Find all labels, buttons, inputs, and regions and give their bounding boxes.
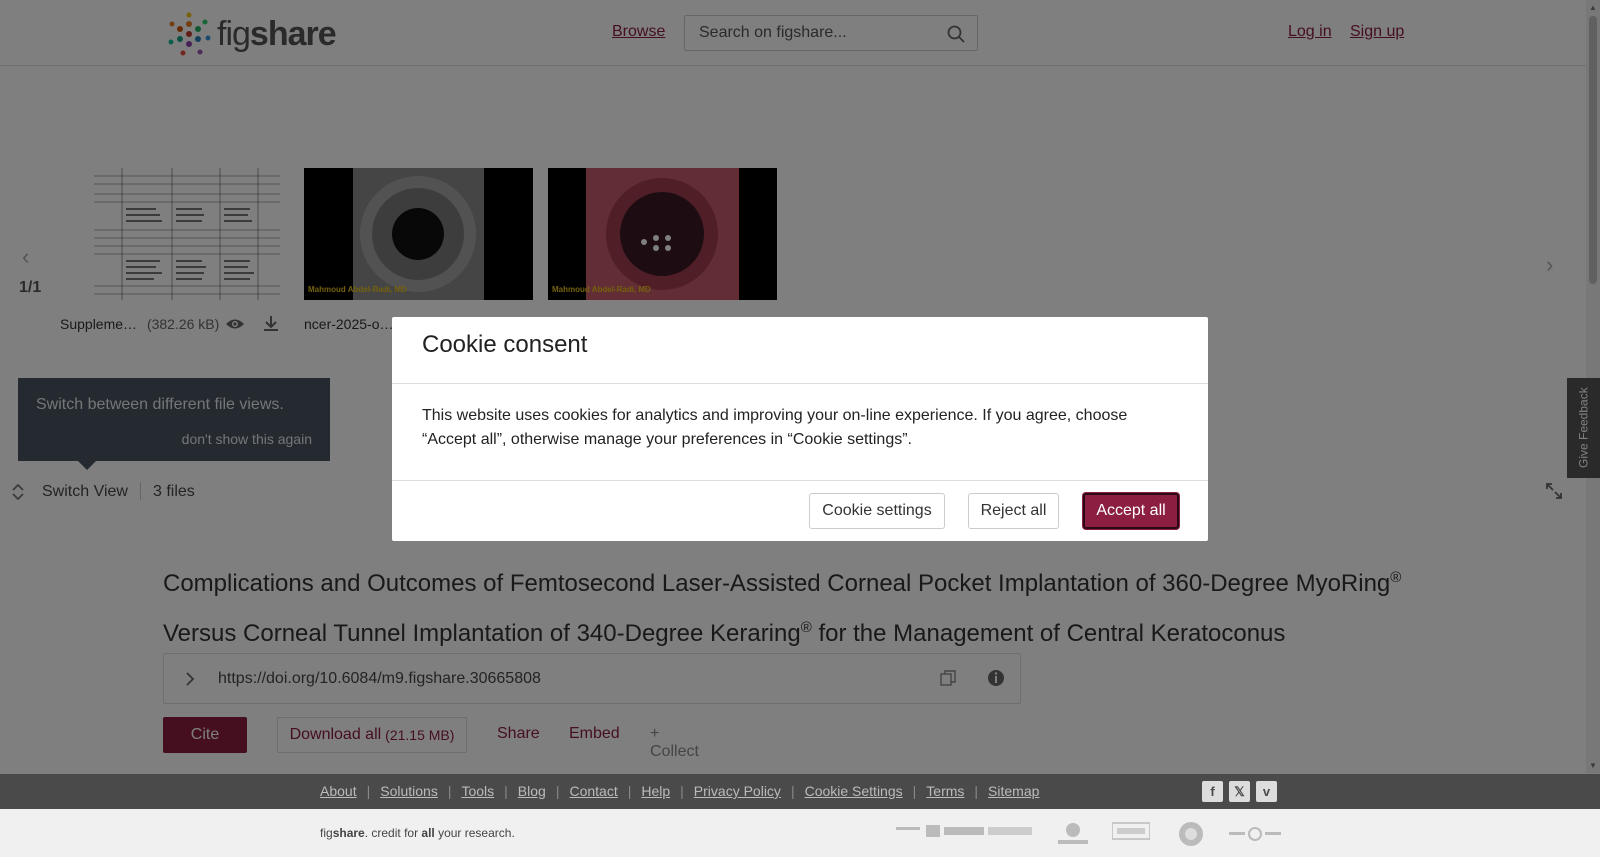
footer-separator: | bbox=[790, 783, 795, 799]
footer-separator: | bbox=[447, 783, 452, 799]
footer-link-privacy[interactable]: Privacy Policy bbox=[694, 783, 781, 799]
datacite-logo-icon bbox=[1058, 823, 1088, 844]
footer-link-about[interactable]: About bbox=[320, 783, 357, 799]
vimeo-icon[interactable]: v bbox=[1256, 781, 1277, 802]
footer-link-blog[interactable]: Blog bbox=[518, 783, 546, 799]
footer-nav: About | Solutions | Tools | Blog | Contact | … bbox=[0, 774, 1600, 809]
reject-all-button[interactable]: Reject all bbox=[968, 493, 1059, 529]
cookie-settings-button[interactable]: Cookie settings bbox=[809, 493, 945, 529]
footer-link-terms[interactable]: Terms bbox=[926, 783, 964, 799]
footer-link-contact[interactable]: Contact bbox=[569, 783, 617, 799]
footer-links: About | Solutions | Tools | Blog | Contact | … bbox=[320, 783, 1039, 799]
dialog-body: This website uses cookies for analytics … bbox=[392, 384, 1208, 481]
dialog-footer: Cookie settings Reject all Accept all bbox=[392, 481, 1208, 541]
seal-logo[interactable] bbox=[1178, 821, 1204, 847]
seal-logo-icon bbox=[1179, 822, 1203, 846]
digital-science-logo-icon bbox=[896, 825, 1032, 837]
open-access-logo-icon bbox=[1229, 827, 1281, 841]
footer-tagline: figshare. credit for all your research. bbox=[320, 826, 515, 840]
footer-link-help[interactable]: Help bbox=[641, 783, 670, 799]
footer-link-sitemap[interactable]: Sitemap bbox=[988, 783, 1039, 799]
footer-bottom: figshare. credit for all your research. bbox=[0, 809, 1600, 857]
open-access-logo[interactable] bbox=[1229, 821, 1281, 843]
footer-link-tools[interactable]: Tools bbox=[461, 783, 494, 799]
footer-separator: | bbox=[974, 783, 979, 799]
footer-separator: | bbox=[555, 783, 560, 799]
footer-separator: | bbox=[627, 783, 632, 799]
dialog-title: Cookie consent bbox=[422, 331, 588, 358]
x-icon[interactable]: 𝕏 bbox=[1229, 781, 1250, 802]
footer-separator: | bbox=[366, 783, 371, 799]
footer-link-cookie-settings[interactable]: Cookie Settings bbox=[805, 783, 903, 799]
datacite-logo[interactable] bbox=[1056, 821, 1090, 847]
footer-separator: | bbox=[680, 783, 684, 799]
footer-separator: | bbox=[504, 783, 508, 799]
cope-logo[interactable] bbox=[1112, 821, 1150, 841]
cookie-consent-dialog: Cookie consent This website uses cookies… bbox=[392, 317, 1208, 541]
footer-link-solutions[interactable]: Solutions bbox=[380, 783, 438, 799]
accept-all-button[interactable]: Accept all bbox=[1083, 493, 1179, 529]
digital-science-logo[interactable] bbox=[896, 821, 1032, 841]
cope-logo-icon bbox=[1112, 822, 1150, 840]
facebook-icon[interactable]: f bbox=[1202, 781, 1223, 802]
footer-separator: | bbox=[912, 783, 917, 799]
dialog-header: Cookie consent bbox=[392, 317, 1208, 384]
